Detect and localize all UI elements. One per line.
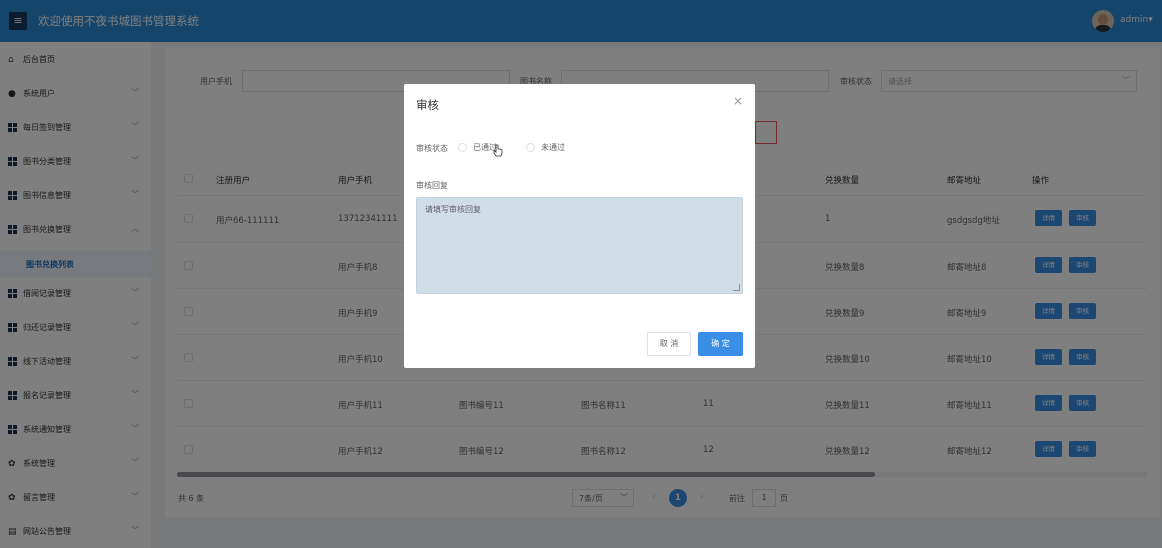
audit-status-label: 审核状态 <box>416 144 448 153</box>
audit-reply-textarea[interactable]: 请填写审核回复 <box>416 197 743 294</box>
radio-fail-label[interactable]: 未通过 <box>541 142 565 153</box>
audit-dialog: 审核 × 审核状态 已通过 未通过 审核回复 请填写审核回复 取 消 确 定 <box>404 84 755 368</box>
radio-pass[interactable] <box>458 143 467 152</box>
dialog-title: 审核 <box>416 98 439 112</box>
hand-cursor-icon <box>493 144 503 157</box>
confirm-button[interactable]: 确 定 <box>698 332 743 356</box>
audit-reply-label: 审核回复 <box>416 181 448 190</box>
radio-fail[interactable] <box>526 143 535 152</box>
close-icon[interactable]: × <box>733 94 743 108</box>
textarea-placeholder: 请填写审核回复 <box>425 205 481 214</box>
resize-handle-icon[interactable] <box>733 284 740 291</box>
cancel-button[interactable]: 取 消 <box>647 332 691 356</box>
